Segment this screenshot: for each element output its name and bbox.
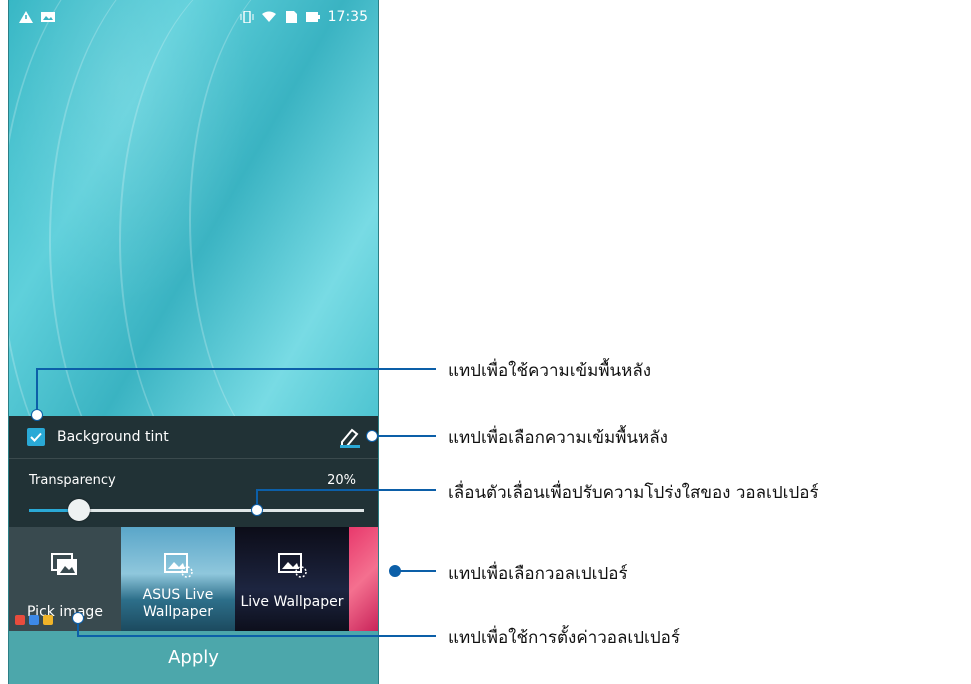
status-time: 17:35 <box>327 9 368 25</box>
phone-screen: 17:35 Background tint Transparency 20% P… <box>8 0 379 684</box>
app-icon <box>43 615 53 625</box>
asus-live-wallpaper-label-line2: Wallpaper <box>142 604 214 620</box>
callout-wallpaper-select: แทปเพื่อเลือกวอลเปเปอร์ <box>448 564 628 584</box>
callout-dot <box>251 504 263 516</box>
vibrate-icon <box>240 11 254 23</box>
callout-line <box>256 489 436 491</box>
callout-line <box>370 435 436 437</box>
wallpaper-preview <box>9 0 378 540</box>
callout-dot <box>31 409 43 421</box>
app-icon <box>15 615 25 625</box>
battery-icon <box>305 12 320 22</box>
callout-dot <box>389 565 401 577</box>
check-icon <box>30 432 42 442</box>
callout-line <box>77 635 436 637</box>
live-wallpaper-tile[interactable]: Live Wallpaper <box>235 527 349 631</box>
callout-apply: แทปเพื่อใช้การตั้งค่าวอลเปเปอร์ <box>448 628 680 648</box>
callout-tint-select: แทปเพื่อเลือกความเข้มพื้นหลัง <box>448 428 668 448</box>
asus-live-wallpaper-label-line1: ASUS Live <box>142 587 214 603</box>
mini-app-icons <box>15 615 53 625</box>
wallpaper-picker: Pick image ASUS Live Wallpaper Live Wall… <box>9 527 378 631</box>
background-tint-checkbox[interactable] <box>27 428 45 446</box>
live-wallpaper-label: Live Wallpaper <box>240 594 344 610</box>
transparency-value: 20% <box>327 473 356 488</box>
apply-button[interactable]: Apply <box>9 631 378 684</box>
image-notification-icon <box>41 12 55 22</box>
callout-slider: เลื่อนตัวเลื่อนเพื่อปรับความโปร่งใสของ ว… <box>448 483 819 503</box>
transparency-slider-thumb[interactable] <box>68 499 91 521</box>
background-tint-label: Background tint <box>57 429 169 445</box>
asus-live-wallpaper-tile[interactable]: ASUS Live Wallpaper <box>121 527 235 631</box>
transparency-label: Transparency <box>29 473 116 488</box>
live-wallpaper-icon <box>164 553 193 578</box>
callout-dot <box>72 612 84 624</box>
asus-live-wallpaper-label: ASUS Live Wallpaper <box>121 587 235 621</box>
warning-icon <box>19 11 33 23</box>
callout-line <box>36 368 436 370</box>
pink-wallpaper-tile[interactable] <box>349 527 378 631</box>
gallery-icon <box>51 553 77 575</box>
transparency-panel: Transparency 20% <box>9 459 378 527</box>
callout-line <box>36 368 38 414</box>
callout-tint-toggle: แทปเพื่อใช้ความเข้มพื้นหลัง <box>448 361 652 381</box>
tint-color-picker-icon[interactable] <box>338 426 362 448</box>
callout-dot <box>366 430 378 442</box>
status-bar: 17:35 <box>9 0 378 34</box>
app-icon <box>29 615 39 625</box>
background-tint-row: Background tint <box>9 416 378 459</box>
wifi-icon <box>261 11 276 22</box>
pick-image-tile[interactable]: Pick image <box>9 527 121 631</box>
sd-card-icon <box>285 11 297 23</box>
live-wallpaper-icon <box>278 553 307 578</box>
